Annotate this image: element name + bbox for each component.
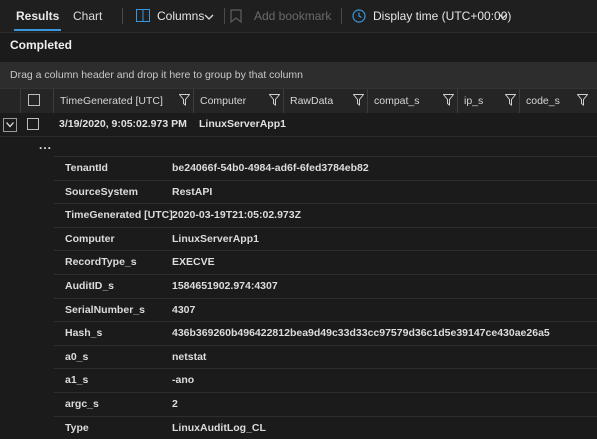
column-header-compat-s[interactable]: compat_s [367,89,458,113]
toolbar: Results Chart Columns Add bookmark Displ… [0,0,597,33]
chevron-down-icon [204,14,214,20]
filter-icon[interactable] [353,94,364,106]
detail-row-type: Type LinuxAuditLog_CL [54,415,597,439]
filter-icon[interactable] [505,94,516,106]
detail-row-serialnumber: SerialNumber_s 4307 [54,297,597,322]
detail-key: a1_s [65,374,89,387]
row-checkbox[interactable] [27,118,39,130]
detail-row-timegenerated: TimeGenerated [UTC] 2020-03-19T21:05:02.… [54,203,597,227]
toolbar-divider [122,8,123,24]
detail-key: SourceSystem [65,185,138,198]
filter-icon[interactable] [443,94,454,106]
toolbar-divider [341,8,342,24]
detail-value[interactable]: 1584651902.974:4307 [172,280,278,292]
detail-key: RecordType_s [65,256,137,269]
detail-value[interactable]: 4307 [172,304,195,316]
chevron-down-icon [498,13,508,19]
column-header-code-s[interactable]: code_s [519,89,597,113]
columns-label: Columns [157,9,205,23]
detail-value[interactable]: be24066f-54b0-4984-ad6f-6fed3784eb82 [172,162,369,174]
filter-icon[interactable] [179,94,190,106]
detail-key: a0_s [65,350,89,363]
column-header-row: TimeGenerated [UTC] Computer RawData com… [0,88,597,114]
detail-row-auditid: AuditID_s 1584651902.974:4307 [54,273,597,298]
detail-value[interactable]: 2020-03-19T21:05:02.973Z [172,209,301,221]
detail-key: TimeGenerated [UTC] [65,209,173,222]
detail-row-hash: Hash_s 436b369260b496422812bea9d49c33d33… [54,321,597,345]
more-options-ellipsis[interactable]: ... [39,138,52,152]
detail-key: AuditID_s [65,279,115,292]
detail-row-recordtype: RecordType_s EXECVE [54,250,597,274]
detail-value[interactable]: 436b369260b496422812bea9d49c33d33cc97579… [172,327,550,339]
tab-chart[interactable]: Chart [73,0,102,32]
columns-button[interactable]: Columns [136,0,220,32]
cell-computer: LinuxServerApp1 [199,118,286,130]
detail-key: TenantId [65,162,108,174]
detail-key: Type [65,421,89,434]
chevron-down-icon [6,122,14,128]
detail-row-tenantid: TenantId be24066f-54b0-4984-ad6f-6fed378… [54,156,597,180]
detail-value[interactable]: EXECVE [172,256,215,268]
filter-icon[interactable] [577,94,588,106]
group-by-hint: Drag a column header and drop it here to… [10,69,304,81]
cell-timegenerated: 3/19/2020, 9:05:02.973 PM [59,118,187,130]
detail-row-sourcesystem: SourceSystem RestAPI [54,179,597,204]
display-time-label: Display time (UTC+00:00) [373,9,512,23]
add-bookmark-button[interactable]: Add bookmark [230,0,335,32]
filter-icon[interactable] [269,94,280,106]
add-bookmark-label: Add bookmark [254,9,332,23]
detail-key: SerialNumber_s [65,303,145,316]
column-header-rawdata[interactable]: RawData [283,89,368,113]
detail-value[interactable]: RestAPI [172,186,212,198]
detail-row-a1: a1_s -ano [54,368,597,392]
detail-row-a0: a0_s netstat [54,344,597,369]
table-row[interactable]: 3/19/2020, 9:05:02.973 PM LinuxServerApp… [0,113,597,137]
detail-value[interactable]: -ano [172,374,194,386]
bookmark-icon [230,9,242,23]
detail-value[interactable]: 2 [172,398,178,410]
detail-key: argc_s [65,397,99,410]
column-header-ip-s[interactable]: ip_s [457,89,520,113]
columns-icon [136,9,150,22]
clock-icon [352,9,366,23]
tab-results[interactable]: Results [13,0,62,32]
detail-row-argc: argc_s 2 [54,391,597,416]
toolbar-divider [224,8,225,24]
display-time-button[interactable]: Display time (UTC+00:00) [352,0,512,32]
select-all-checkbox[interactable] [28,94,40,106]
record-details: TenantId be24066f-54b0-4984-ad6f-6fed378… [54,156,597,439]
column-header-computer[interactable]: Computer [193,89,284,113]
detail-row-computer: Computer LinuxServerApp1 [54,226,597,251]
detail-key: Hash_s [65,327,103,340]
group-by-drop-zone[interactable]: Drag a column header and drop it here to… [0,62,597,88]
detail-value[interactable]: LinuxAuditLog_CL [172,422,266,434]
query-status: Completed [10,38,73,52]
expand-row-button[interactable] [3,118,17,132]
detail-value[interactable]: netstat [172,351,206,363]
column-header-timegenerated[interactable]: TimeGenerated [UTC] [53,89,194,113]
detail-key: Computer [65,232,115,245]
select-all-cell [20,89,53,113]
detail-value[interactable]: LinuxServerApp1 [172,233,259,245]
